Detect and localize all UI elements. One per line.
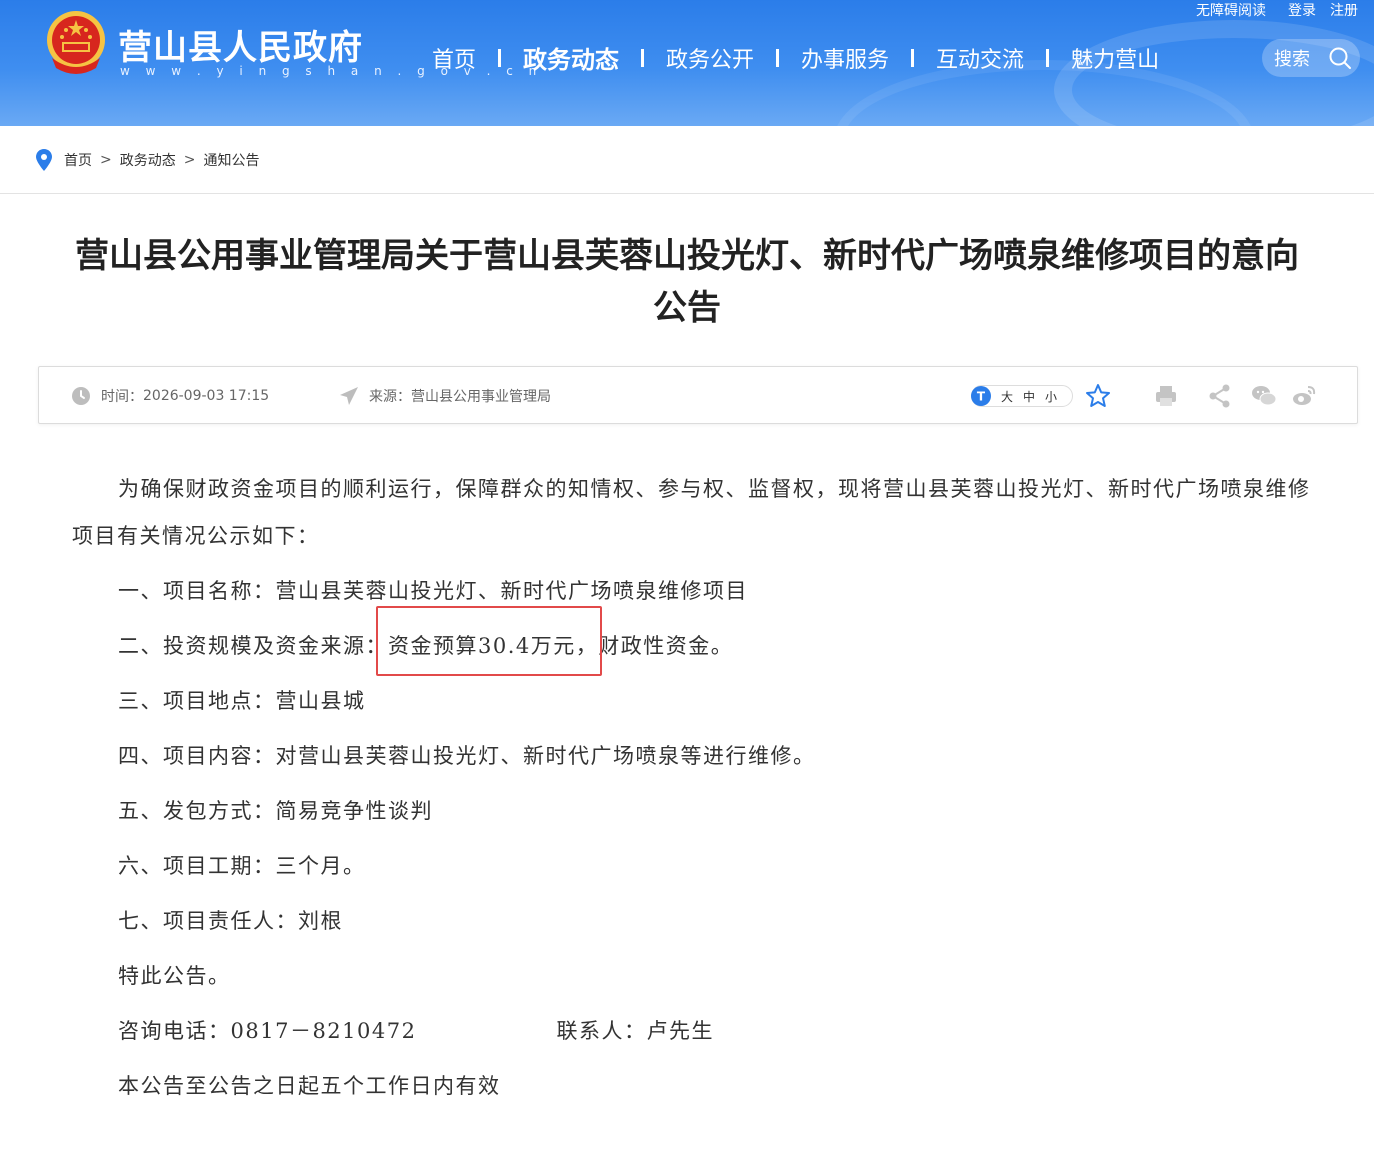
- article-line-duration: 六、项目工期：三个月。: [118, 854, 366, 878]
- breadcrumb: 首页 > 政务动态 > 通知公告: [0, 126, 1374, 194]
- search-icon: [1329, 47, 1351, 69]
- clock-icon: [72, 387, 90, 405]
- consult-phone: 咨询电话：0817－8210472: [118, 1019, 417, 1043]
- register-link[interactable]: 注册: [1330, 0, 1358, 20]
- svg-text:T: T: [977, 390, 986, 404]
- article-intro: 为确保财政资金项目的顺利运行，保障群众的知情权、参与权、监督权，现将营山县芙蓉山…: [72, 477, 1311, 548]
- font-size-medium-button[interactable]: 中: [1023, 388, 1035, 405]
- national-emblem-icon[interactable]: [44, 10, 108, 76]
- accessibility-link[interactable]: 无障碍阅读: [1196, 0, 1266, 20]
- nav-item-charm-yingshan[interactable]: 魅力营山: [1071, 42, 1159, 74]
- breadcrumb-government-news[interactable]: 政务动态: [120, 150, 176, 170]
- nav-separator: [498, 48, 502, 67]
- time-value: 2026-09-03 17:15: [143, 388, 270, 404]
- font-size-control: T 大 中 小: [971, 385, 1073, 407]
- article-line-contract-method: 五、发包方式：简易竞争性谈判: [118, 799, 433, 823]
- nav-item-government-affairs[interactable]: 政务公开: [666, 42, 754, 74]
- star-icon[interactable]: [1085, 383, 1111, 409]
- nav-separator: [776, 48, 780, 67]
- nav-item-interaction[interactable]: 互动交流: [936, 42, 1024, 74]
- send-icon: [340, 387, 358, 405]
- site-title[interactable]: 营山县人民政府: [118, 20, 363, 69]
- article-line-announcement: 特此公告。: [118, 964, 231, 988]
- article-body: 为确保财政资金项目的顺利运行，保障群众的知情权、参与权、监督权，现将营山县芙蓉山…: [72, 466, 1328, 1098]
- breadcrumb-separator: >: [183, 151, 196, 168]
- font-size-icon: T: [971, 386, 991, 406]
- search-button[interactable]: 搜索: [1262, 39, 1360, 77]
- main-nav: 首页 政务动态 政务公开 办事服务 互动交流 魅力营山: [432, 40, 1159, 75]
- article-line-responsible: 七、项目责任人：刘根: [118, 909, 343, 933]
- publish-time: 时间： 2026-09-03 17:15: [71, 386, 269, 406]
- top-links: 无障碍阅读 登录 注册: [1196, 0, 1358, 20]
- nav-item-home[interactable]: 首页: [432, 42, 476, 74]
- article-line-project-name: 一、项目名称：营山县芙蓉山投光灯、新时代广场喷泉维修项目: [118, 579, 748, 603]
- article-line-validity: 本公告至公告之日起五个工作日内有效: [118, 1074, 501, 1098]
- breadcrumb-separator: >: [100, 151, 112, 168]
- nav-separator: [911, 48, 915, 67]
- article-title: 营山县公用事业管理局关于营山县芙蓉山投光灯、新时代广场喷泉维修项目的意向公告: [75, 236, 1299, 328]
- nav-separator: [1046, 48, 1050, 67]
- breadcrumb-home[interactable]: 首页: [64, 150, 92, 170]
- font-size-small-button[interactable]: 小: [1045, 388, 1057, 405]
- weibo-icon[interactable]: [1291, 383, 1317, 409]
- print-icon[interactable]: [1153, 383, 1179, 409]
- article-meta-bar: 时间： 2026-09-03 17:15 来源： 营山县公用事业管理局 T 大 …: [38, 366, 1358, 424]
- nav-item-government-news[interactable]: 政务动态: [523, 40, 619, 75]
- share-icon[interactable]: [1207, 383, 1233, 409]
- source-value: 营山县公用事业管理局: [411, 389, 551, 405]
- nav-item-services[interactable]: 办事服务: [801, 42, 889, 74]
- site-header: 营山县人民政府 w w w . y i n g s h a n . g o v …: [0, 0, 1374, 126]
- wechat-icon[interactable]: [1251, 383, 1277, 409]
- article-source: 来源： 营山县公用事业管理局: [339, 386, 551, 406]
- article-line-location: 三、项目地点：营山县城: [118, 689, 366, 713]
- nav-separator: [641, 48, 645, 67]
- breadcrumb-notices[interactable]: 通知公告: [203, 150, 259, 170]
- font-size-large-button[interactable]: 大: [1001, 388, 1013, 405]
- account-links: 登录 注册: [1288, 0, 1358, 20]
- login-link[interactable]: 登录: [1288, 0, 1316, 20]
- contact-person: 联系人：卢先生: [556, 1019, 714, 1043]
- time-label: 时间：: [101, 389, 143, 405]
- article-actions: [1085, 383, 1317, 409]
- location-pin-icon: [36, 148, 52, 171]
- source-label: 来源：: [369, 389, 411, 405]
- budget-highlight-box: [376, 606, 602, 676]
- article-line-content: 四、项目内容：对营山县芙蓉山投光灯、新时代广场喷泉等进行维修。: [118, 744, 816, 768]
- article-line-contact: 咨询电话：0817－8210472 联系人：卢先生: [118, 1016, 714, 1046]
- search-label: 搜索: [1274, 49, 1310, 70]
